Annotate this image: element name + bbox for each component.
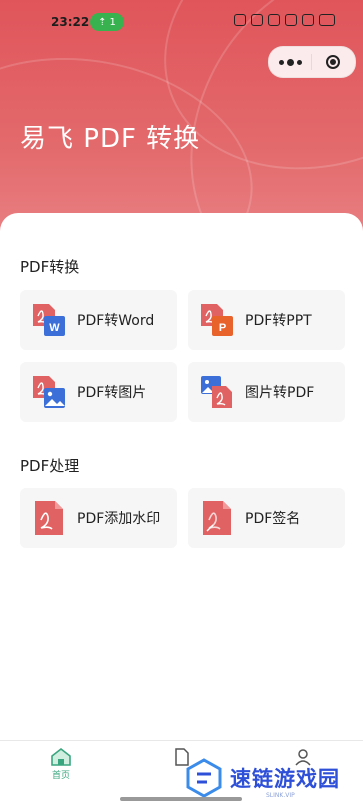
tab-label: 首页: [51, 771, 70, 781]
signal-icon: [285, 14, 297, 26]
pdf-watermark-icon: [35, 501, 63, 535]
home-icon: [51, 747, 71, 766]
pdf-to-word-icon: W: [33, 304, 65, 336]
page-title: 易飞 PDF 转换: [20, 124, 201, 154]
watermark-url: SLINK.VIP: [266, 792, 295, 799]
tile-label: PDF添加水印: [77, 511, 161, 527]
status-indicator: ⇡ 1: [90, 13, 124, 31]
tile-label: PDF转图片: [77, 385, 147, 401]
notification-icon: [251, 14, 263, 26]
tile-label: PDF转PPT: [245, 313, 312, 329]
mini-program-capsule: [268, 46, 356, 78]
pdf-to-ppt-icon: P: [201, 304, 233, 336]
status-time: 23:22: [51, 15, 90, 29]
dot-icon: [278, 59, 284, 65]
notification-icon: [234, 14, 246, 26]
battery-icon: [319, 14, 335, 26]
dot-icon: [286, 58, 294, 66]
tile-pdf-sign[interactable]: PDF签名: [188, 488, 345, 548]
section-title-process: PDF处理: [20, 457, 80, 475]
tile-pdf-to-word[interactable]: W PDF转Word: [20, 290, 177, 350]
image-to-pdf-icon: [201, 376, 232, 408]
watermark-text: 速链游戏园: [230, 767, 340, 791]
home-indicator: [120, 797, 242, 801]
tile-pdf-to-image[interactable]: PDF转图片: [20, 362, 177, 422]
section-title-convert: PDF转换: [20, 258, 80, 276]
tile-pdf-to-ppt[interactable]: P PDF转PPT: [188, 290, 345, 350]
upload-icon: ⇡: [98, 16, 107, 28]
svg-text:W: W: [49, 322, 60, 334]
status-indicator-count: 1: [109, 16, 116, 28]
tile-image-to-pdf[interactable]: 图片转PDF: [188, 362, 345, 422]
pdf-sign-icon: [203, 501, 231, 535]
pdf-to-image-icon: [33, 376, 65, 408]
tile-label: 图片转PDF: [245, 385, 315, 401]
target-icon: [326, 55, 340, 69]
tile-label: PDF转Word: [77, 313, 155, 329]
dot-icon: [296, 59, 302, 65]
tab-home[interactable]: 首页: [36, 747, 86, 781]
more-menu-button[interactable]: [269, 58, 311, 66]
close-mini-program-button[interactable]: [312, 55, 354, 69]
notification-icon: [268, 14, 280, 26]
watermark-logo-icon: [186, 758, 222, 798]
tile-pdf-watermark[interactable]: PDF添加水印: [20, 488, 177, 548]
tile-label: PDF签名: [245, 511, 301, 527]
status-bar: 23:22 ⇡ 1: [0, 0, 363, 44]
svg-text:P: P: [219, 322, 226, 334]
status-icons: [234, 14, 335, 26]
wifi-icon: [302, 14, 314, 26]
